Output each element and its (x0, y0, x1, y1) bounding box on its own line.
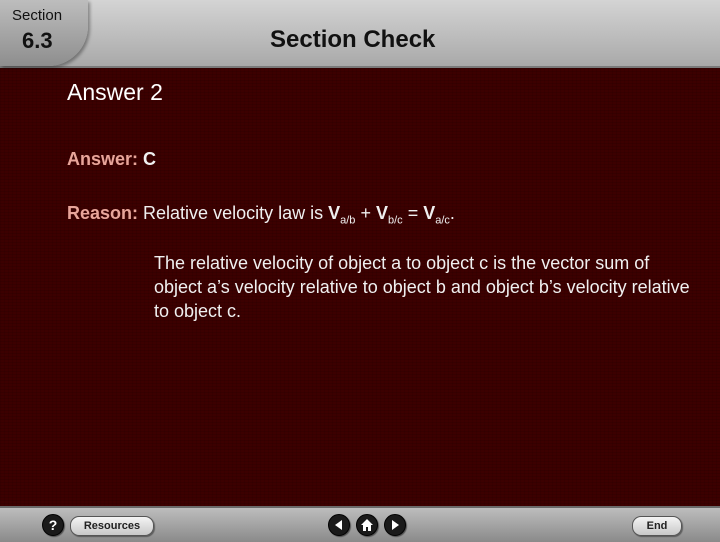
answer-label: Answer: (67, 149, 139, 169)
resources-button[interactable]: Resources (70, 516, 154, 536)
answer-heading: Answer 2 (67, 79, 163, 105)
answer-value: C (143, 149, 157, 169)
home-icon (361, 519, 373, 531)
velocity-symbol-1: V (328, 203, 341, 223)
answer-line: Answer: C (67, 149, 156, 170)
previous-button[interactable] (328, 514, 350, 536)
question-icon: ? (49, 517, 58, 533)
home-button[interactable] (356, 514, 378, 536)
reason-label: Reason: (67, 203, 139, 223)
footer-bar: ? Resources End (0, 506, 720, 542)
section-tab: Section 6.3 (0, 0, 88, 66)
plus-sign: + (360, 203, 371, 223)
velocity-symbol-3: V (423, 203, 436, 223)
reason-line: Reason: Relative velocity law is Va/b + … (67, 203, 455, 227)
end-button[interactable]: End (632, 516, 682, 536)
explanation-text: The relative velocity of object a to obj… (154, 253, 690, 321)
velocity-symbol-2: V (375, 203, 388, 223)
help-button[interactable]: ? (42, 514, 64, 536)
reason-text: Relative velocity law is (143, 203, 324, 223)
equals-sign: = (407, 203, 419, 223)
period: . (449, 203, 455, 223)
velocity-subscript-1: a/b (340, 214, 356, 227)
right-arrow-icon (392, 520, 399, 530)
section-label: Section (12, 7, 63, 24)
velocity-subscript-2: b/c (387, 214, 403, 227)
header-bar: Section 6.3 Section Check (0, 0, 720, 68)
velocity-subscript-3: a/c (435, 214, 450, 227)
svg-text:?: ? (49, 517, 58, 533)
left-arrow-icon (335, 520, 342, 530)
next-button[interactable] (384, 514, 406, 536)
page-title: Section Check (270, 26, 436, 53)
section-number: 6.3 (22, 28, 53, 53)
